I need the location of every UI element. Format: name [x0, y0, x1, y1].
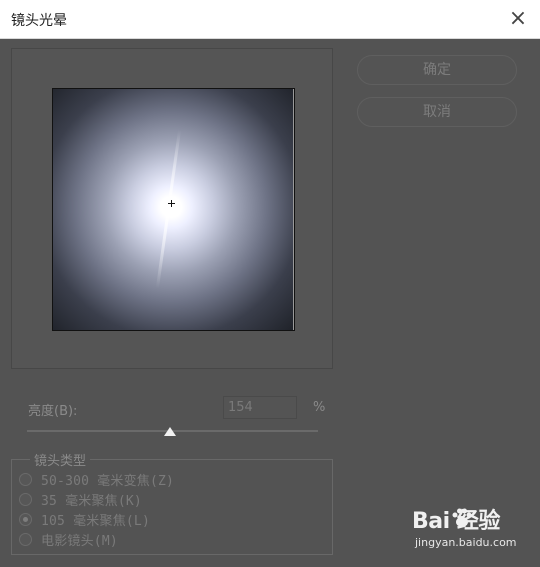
radio-button[interactable] [19, 532, 32, 546]
radio-label: 35 毫米聚焦(K) [41, 493, 142, 509]
radio-option-50-300[interactable]: 50-300 毫米变焦(Z) [19, 470, 175, 489]
lens-type-legend: 镜头类型 [30, 450, 91, 469]
baidu-watermark: Bai 经验 jingyan.baidu.com [412, 503, 536, 559]
brightness-label: 亮度(B): [28, 404, 78, 419]
radio-label: 50-300 毫米变焦(Z) [41, 473, 175, 489]
percent-unit: % [313, 400, 326, 415]
flare-streak [155, 129, 182, 289]
baidu-paw-icon [452, 508, 472, 527]
brightness-input[interactable] [223, 396, 297, 419]
radio-button[interactable] [19, 512, 32, 526]
crosshair-icon[interactable] [168, 200, 175, 207]
ok-button[interactable]: 确定 [357, 55, 517, 85]
radio-option-35[interactable]: 35 毫米聚焦(K) [19, 490, 142, 509]
flare-preview[interactable] [52, 88, 295, 331]
brightness-slider-thumb[interactable] [163, 427, 176, 436]
radio-option-movie[interactable]: 电影镜头(M) [19, 530, 118, 549]
radio-label: 电影镜头(M) [41, 533, 118, 549]
preview-frame [11, 48, 333, 369]
radio-button[interactable] [19, 492, 32, 506]
cancel-button[interactable]: 取消 [357, 97, 517, 127]
dialog-title: 镜头光晕 [11, 13, 67, 29]
radio-label: 105 毫米聚焦(L) [41, 513, 150, 529]
radio-option-105[interactable]: 105 毫米聚焦(L) [19, 510, 150, 529]
title-bar: 镜头光晕 × [0, 0, 540, 39]
radio-button[interactable] [19, 472, 32, 486]
close-icon[interactable]: × [503, 4, 533, 34]
watermark-url: jingyan.baidu.com [415, 536, 517, 549]
